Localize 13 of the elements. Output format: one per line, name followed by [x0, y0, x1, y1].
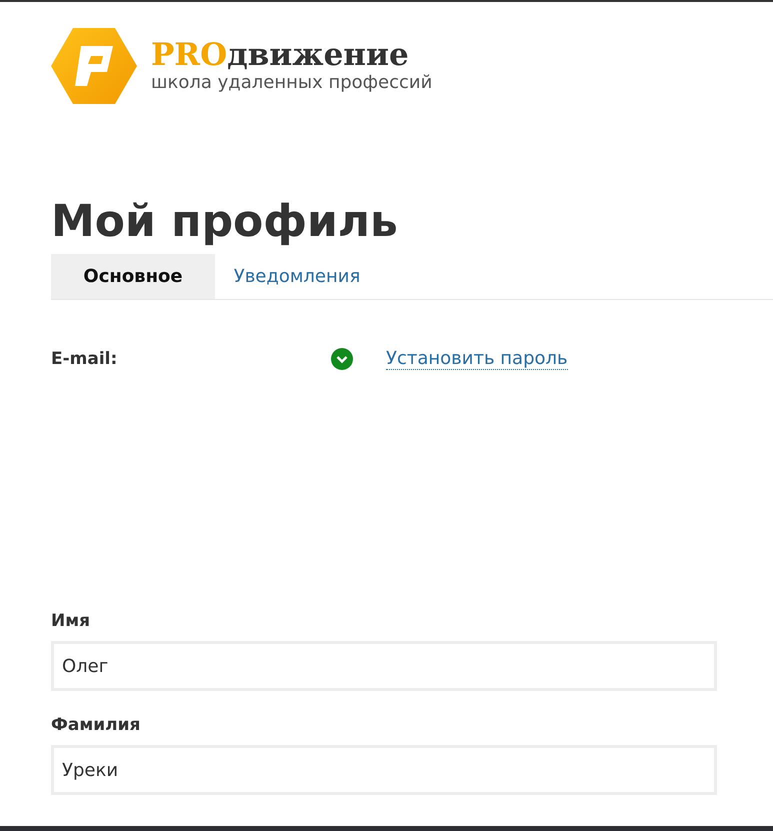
input-field[interactable]: Уреки: [51, 745, 717, 795]
email-label: E-mail:: [51, 349, 118, 369]
input-field[interactable]: Олег: [51, 641, 717, 691]
tab[interactable]: Основное: [51, 254, 215, 299]
logo-tagline: школа удаленных профессий: [151, 72, 432, 94]
field-label: Имя: [51, 611, 92, 631]
logo-text: PRO: [151, 38, 228, 72]
tab[interactable]: Уведомления: [215, 254, 379, 299]
field-label: Фамилия: [51, 715, 142, 735]
logo-icon: [51, 28, 137, 104]
page-title: Мой профиль: [51, 195, 399, 249]
set-password-link[interactable]: Установить пароль: [386, 348, 568, 370]
logo-text: движение: [227, 38, 409, 72]
